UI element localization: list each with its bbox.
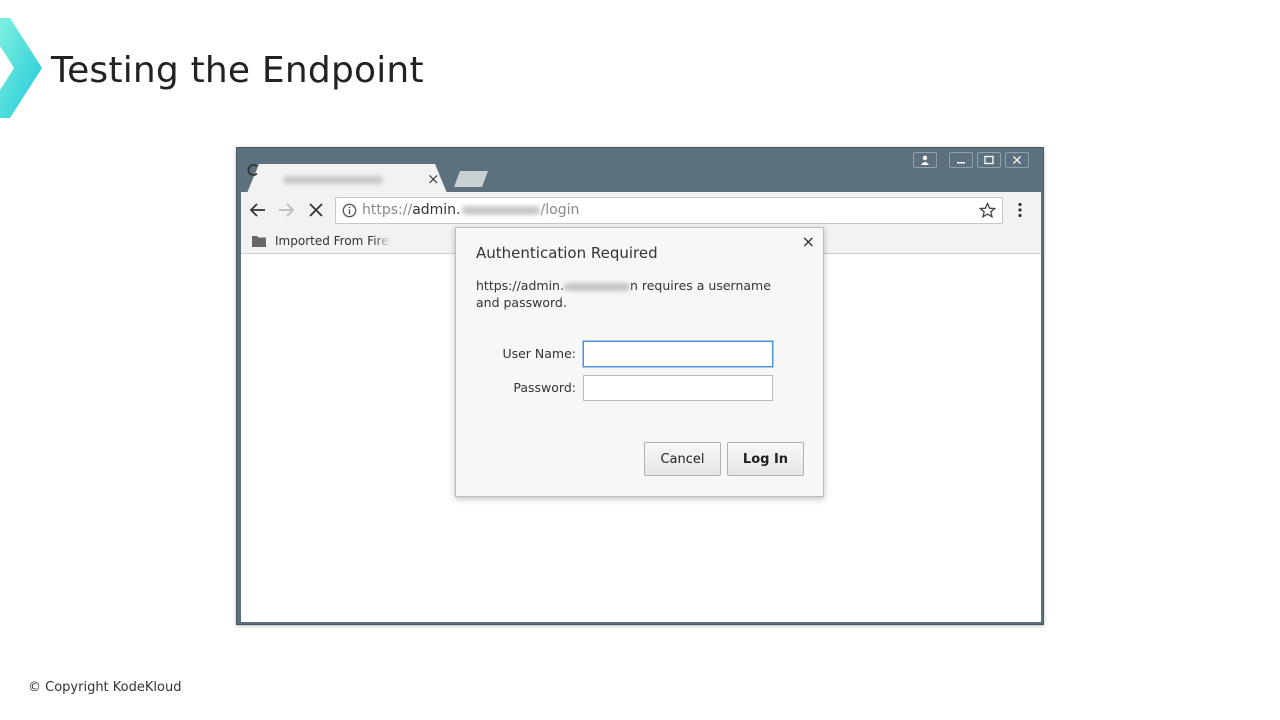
- dialog-title: Authentication Required: [476, 244, 658, 262]
- tab-close-button[interactable]: ×: [427, 170, 440, 188]
- url-host: admin.: [412, 202, 461, 218]
- back-arrow-icon[interactable]: [249, 201, 267, 219]
- dialog-message-prefix: https://admin.: [476, 278, 564, 293]
- kodekloud-logo-icon: [0, 18, 42, 118]
- dialog-message: https://admin. n requires a username and …: [476, 277, 796, 311]
- maximize-icon: [984, 155, 994, 165]
- browser-tab[interactable]: ×: [247, 164, 447, 193]
- minimize-icon: [957, 162, 965, 164]
- password-input[interactable]: [583, 375, 773, 401]
- folder-icon: [252, 236, 266, 247]
- person-icon: [921, 155, 929, 165]
- username-input[interactable]: [583, 341, 773, 367]
- loading-spinner-icon: [247, 164, 258, 176]
- url-path: /login: [540, 202, 580, 218]
- window-controls: [913, 152, 1029, 168]
- kebab-menu-icon[interactable]: [1017, 202, 1023, 218]
- maximize-button[interactable]: [977, 152, 1001, 168]
- url-scheme: https://: [362, 202, 413, 218]
- address-url[interactable]: https://admin. /login: [362, 202, 579, 218]
- bookmark-star-icon[interactable]: [979, 202, 996, 219]
- minimize-button[interactable]: [949, 152, 973, 168]
- cancel-button[interactable]: Cancel: [644, 442, 721, 476]
- stop-loading-icon[interactable]: [307, 201, 325, 219]
- forward-arrow-icon[interactable]: [277, 201, 295, 219]
- bookmark-folder-imported[interactable]: Imported From Firef: [275, 234, 391, 248]
- profile-button[interactable]: [913, 152, 937, 168]
- log-in-button[interactable]: Log In: [727, 442, 804, 476]
- url-redacted: [461, 205, 540, 215]
- username-label: User Name:: [502, 346, 576, 361]
- browser-toolbar: https://admin. /login: [241, 192, 1041, 230]
- password-label: Password:: [513, 380, 576, 395]
- address-bar[interactable]: https://admin. /login: [335, 197, 1003, 224]
- close-window-button[interactable]: [1005, 152, 1029, 168]
- copyright-text: © Copyright KodeKloud: [28, 680, 182, 695]
- close-icon: [1013, 156, 1021, 164]
- dialog-close-button[interactable]: ×: [802, 232, 815, 251]
- info-icon[interactable]: [342, 203, 357, 218]
- tab-title-redacted: [283, 176, 383, 184]
- new-tab-button[interactable]: [454, 171, 488, 187]
- auth-dialog: × Authentication Required https://admin.…: [455, 227, 824, 497]
- dialog-host-redacted: [563, 282, 630, 291]
- slide-title: Testing the Endpoint: [51, 50, 424, 91]
